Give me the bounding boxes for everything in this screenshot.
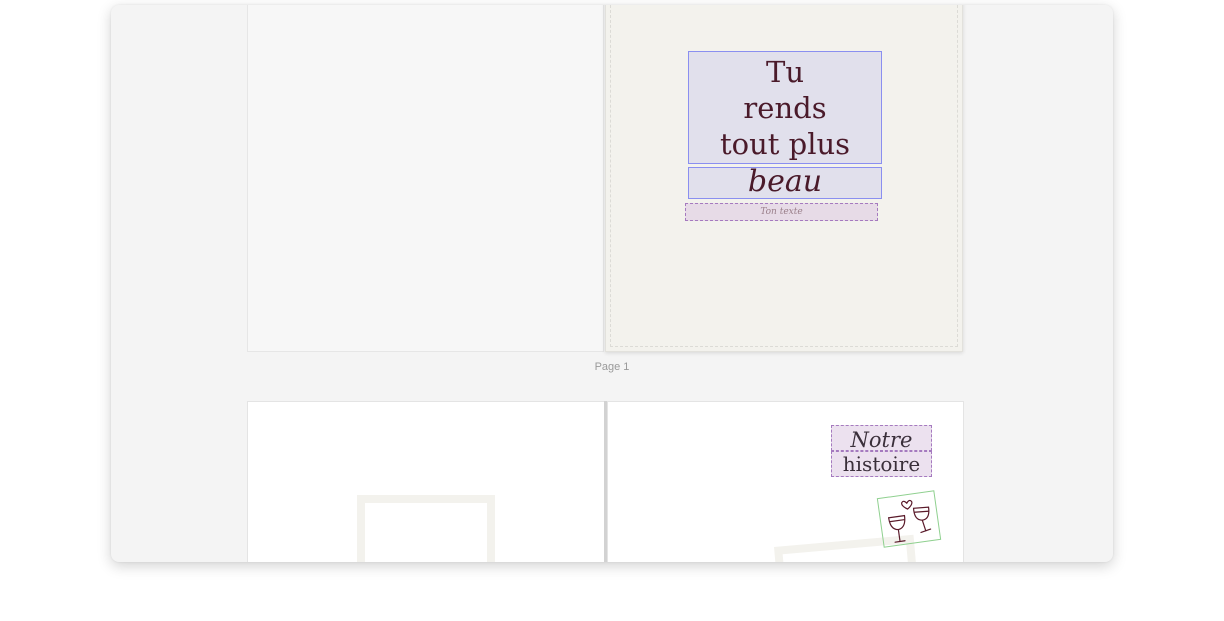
title-italic-word: beau <box>747 164 823 199</box>
spread-page-2: Notre histoire <box>247 401 964 562</box>
page-number-label: Page 1 <box>594 361 630 373</box>
title-line: rends <box>743 91 827 125</box>
subtext-placeholder-box[interactable]: Ton texte <box>685 203 878 221</box>
title-italic-text-box[interactable]: beau <box>688 167 882 199</box>
champagne-glasses-icon[interactable] <box>876 490 942 548</box>
page-left[interactable] <box>247 5 604 352</box>
subtext-placeholder: Ton texte <box>760 207 803 217</box>
photo-frame-placeholder[interactable] <box>357 495 495 562</box>
title-text-box[interactable]: Notre <box>831 425 932 452</box>
title-line: histoire <box>842 452 921 476</box>
book-editor-canvas: Tu rends tout plus beau Ton texte Page 1… <box>111 5 1113 562</box>
title-text-box[interactable]: Tu rends tout plus <box>688 51 882 164</box>
title-line: Tu <box>765 55 805 89</box>
title-text-box[interactable]: histoire <box>831 451 932 477</box>
page-right[interactable]: Notre histoire <box>607 401 964 562</box>
champagne-glasses-icon <box>887 499 932 543</box>
page-right[interactable]: Tu rends tout plus beau Ton texte <box>605 5 963 352</box>
page-left[interactable] <box>247 401 605 562</box>
title-line: tout plus <box>719 127 851 161</box>
spread-page-1: Tu rends tout plus beau Ton texte <box>247 5 963 352</box>
title-line: Notre <box>850 428 913 452</box>
